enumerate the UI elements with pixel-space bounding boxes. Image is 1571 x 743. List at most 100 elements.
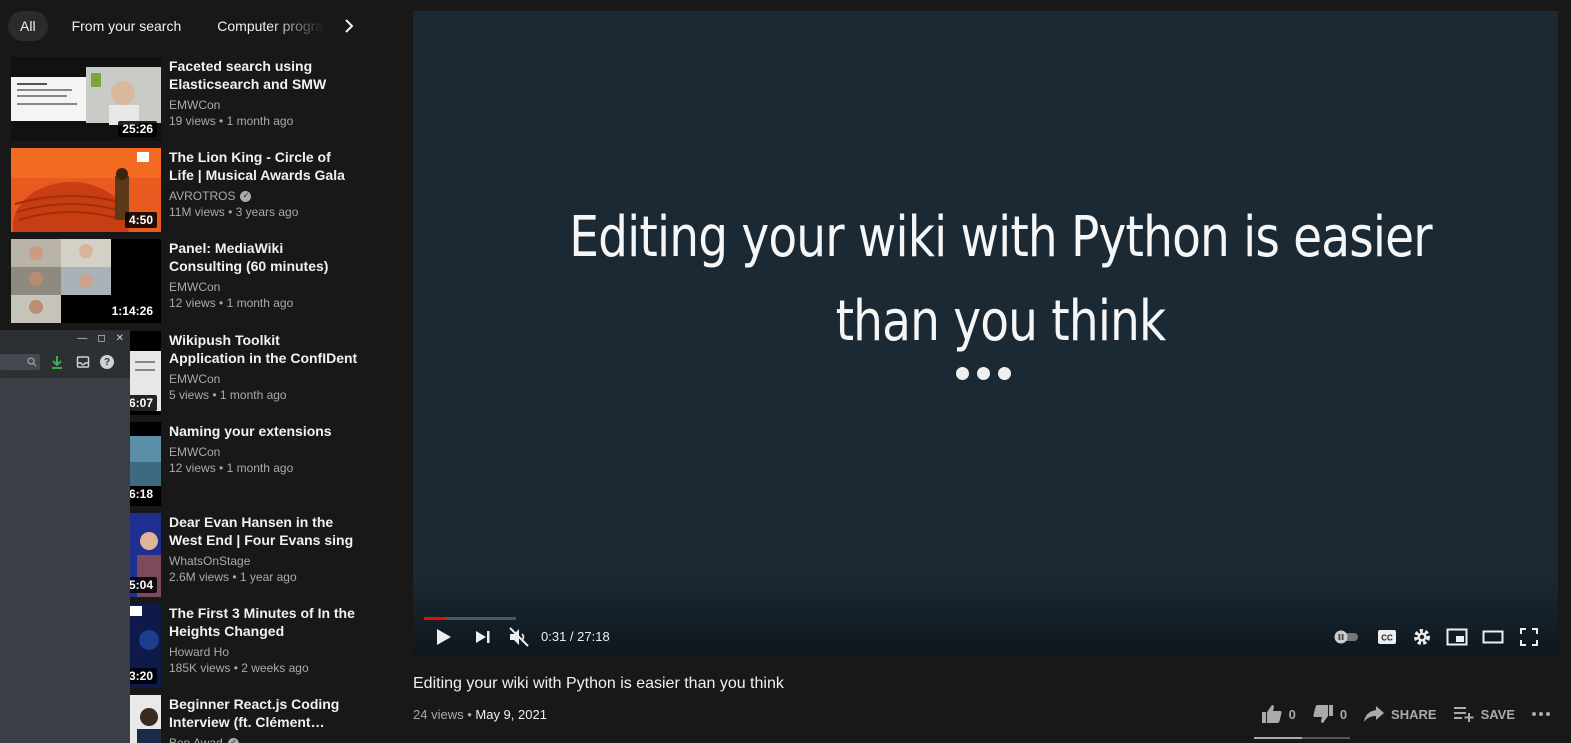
video-stats: 12 views • 1 month ago: [169, 461, 294, 475]
separator: •: [467, 707, 472, 722]
chevron-right-icon[interactable]: [338, 14, 360, 38]
save-button[interactable]: SAVE: [1453, 705, 1515, 723]
video-info: 24 views • May 9, 2021: [413, 707, 547, 722]
video-title[interactable]: The First 3 Minutes of In the Heights Ch…: [169, 604, 359, 640]
view-count: 5 views: [169, 388, 210, 402]
upload-age: 1 year ago: [239, 570, 297, 584]
channel-label: EMWCon: [169, 372, 221, 386]
channel-name[interactable]: AVROTROS ✓: [169, 188, 359, 204]
video-title[interactable]: Wikipush Toolkit Application in the Conf…: [169, 331, 359, 367]
video-stats: 5 views • 1 month ago: [169, 388, 287, 402]
dislike-button[interactable]: 0: [1312, 704, 1347, 724]
video-title[interactable]: Panel: MediaWiki Consulting (60 minutes): [169, 239, 359, 275]
player-controls: 0:31 / 27:18 CC: [413, 623, 1558, 653]
video-thumbnail[interactable]: 1:14:26: [11, 239, 161, 323]
time-display: 0:31 / 27:18: [541, 629, 610, 644]
view-count: 24 views: [413, 707, 464, 722]
upload-date: May 9, 2021: [475, 707, 547, 722]
channel-name[interactable]: EMWCon: [169, 444, 359, 460]
playlist-add-icon: [1453, 707, 1474, 722]
video-stats: 185K views • 2 weeks ago: [169, 661, 309, 675]
inbox-icon[interactable]: [74, 353, 92, 371]
fullscreen-icon[interactable]: [1515, 623, 1543, 651]
view-count: 12 views: [169, 296, 216, 310]
channel-name[interactable]: WhatsOnStage: [169, 553, 359, 569]
share-label: SHARE: [1391, 706, 1437, 722]
play-icon[interactable]: [429, 623, 459, 651]
window-toolbar: ?: [0, 346, 130, 378]
duration-badge: 4:50: [124, 212, 157, 228]
video-thumbnail[interactable]: 25:26: [11, 57, 161, 141]
upload-age: 1 month ago: [226, 114, 294, 128]
mute-icon[interactable]: [505, 623, 533, 651]
slide-line-2: than you think: [835, 289, 1167, 354]
slide-ellipsis: [956, 367, 1011, 380]
settings-gear-icon[interactable]: [1408, 623, 1436, 651]
channel-name[interactable]: EMWCon: [169, 97, 359, 113]
video-thumbnail[interactable]: 4:50: [11, 148, 161, 232]
close-icon[interactable]: ✕: [116, 333, 124, 344]
window-titlebar: — ◻ ✕: [0, 330, 130, 346]
captions-icon[interactable]: CC: [1373, 623, 1401, 651]
share-arrow-icon: [1364, 706, 1385, 722]
progress-bar[interactable]: [424, 617, 516, 620]
video-title[interactable]: Dear Evan Hansen in the West End | Four …: [169, 513, 359, 549]
progress-fill: [424, 617, 445, 620]
video-player[interactable]: Editing your wiki with Python is easier …: [413, 11, 1558, 655]
slide-text: Editing your wiki with Python is easier …: [507, 196, 1494, 364]
verified-check-icon: ✓: [227, 737, 239, 743]
overlapping-window: — ◻ ✕ ?: [0, 330, 130, 743]
video-title[interactable]: The Lion King - Circle of Life | Musical…: [169, 148, 359, 184]
list-item[interactable]: 1:14:26 Panel: MediaWiki Consulting (60 …: [11, 239, 356, 323]
slide-line-1: Editing your wiki with Python is easier: [569, 205, 1432, 270]
autoplay-toggle-icon[interactable]: [1331, 623, 1361, 651]
channel-label: AVROTROS: [169, 189, 236, 203]
video-stats: 11M views • 3 years ago: [169, 205, 299, 219]
chip-from-your-search[interactable]: From your search: [60, 11, 194, 41]
upload-age: 1 month ago: [226, 461, 294, 475]
verified-check-icon: ✓: [240, 190, 252, 202]
channel-label: EMWCon: [169, 445, 221, 459]
channel-label: EMWCon: [169, 280, 221, 294]
next-icon[interactable]: [469, 623, 497, 651]
maximize-icon[interactable]: ◻: [97, 333, 105, 344]
video-stats: 12 views • 1 month ago: [169, 296, 294, 310]
channel-label: WhatsOnStage: [169, 554, 251, 568]
more-actions-icon[interactable]: [1531, 711, 1551, 717]
view-count: 185K views: [169, 661, 231, 675]
view-count: 2.6M views: [169, 570, 230, 584]
list-item[interactable]: 4:50 The Lion King - Circle of Life | Mu…: [11, 148, 356, 232]
search-icon: [27, 357, 37, 367]
channel-name[interactable]: EMWCon: [169, 371, 359, 387]
download-icon[interactable]: [48, 353, 66, 371]
upload-age: 1 month ago: [219, 388, 287, 402]
save-label: SAVE: [1480, 706, 1515, 722]
search-input[interactable]: [0, 354, 40, 370]
video-title[interactable]: Beginner React.js Coding Interview (ft. …: [169, 695, 359, 731]
theater-mode-icon[interactable]: [1479, 623, 1507, 651]
upload-age: 1 month ago: [226, 296, 294, 310]
miniplayer-icon[interactable]: [1443, 623, 1471, 651]
channel-name[interactable]: Howard Ho: [169, 644, 359, 660]
svg-text:CC: CC: [1381, 634, 1393, 643]
chip-all[interactable]: All: [8, 11, 48, 41]
like-button[interactable]: 0: [1261, 704, 1296, 724]
video-title[interactable]: Faceted search using Elasticsearch and S…: [169, 57, 359, 93]
channel-name[interactable]: Ben Awad ✓: [169, 735, 359, 743]
minimize-icon[interactable]: —: [77, 333, 87, 344]
video-stats: 19 views • 1 month ago: [169, 114, 294, 128]
video-actions: 0 0 SHARE SAVE: [1261, 704, 1551, 724]
list-item[interactable]: 25:26 Faceted search using Elasticsearch…: [11, 57, 356, 141]
duration-badge: 1:14:26: [107, 303, 157, 319]
view-count: 12 views: [169, 461, 216, 475]
channel-label: Ben Awad: [169, 736, 223, 743]
help-icon[interactable]: ?: [100, 355, 114, 369]
video-title[interactable]: Naming your extensions: [169, 422, 359, 440]
channel-name[interactable]: EMWCon: [169, 279, 359, 295]
share-button[interactable]: SHARE: [1363, 705, 1437, 723]
upload-age: 2 weeks ago: [241, 661, 309, 675]
duration-badge: 25:26: [118, 121, 157, 137]
view-count: 11M views: [169, 205, 225, 219]
like-ratio-bar: [1254, 737, 1350, 739]
channel-label: EMWCon: [169, 98, 221, 112]
